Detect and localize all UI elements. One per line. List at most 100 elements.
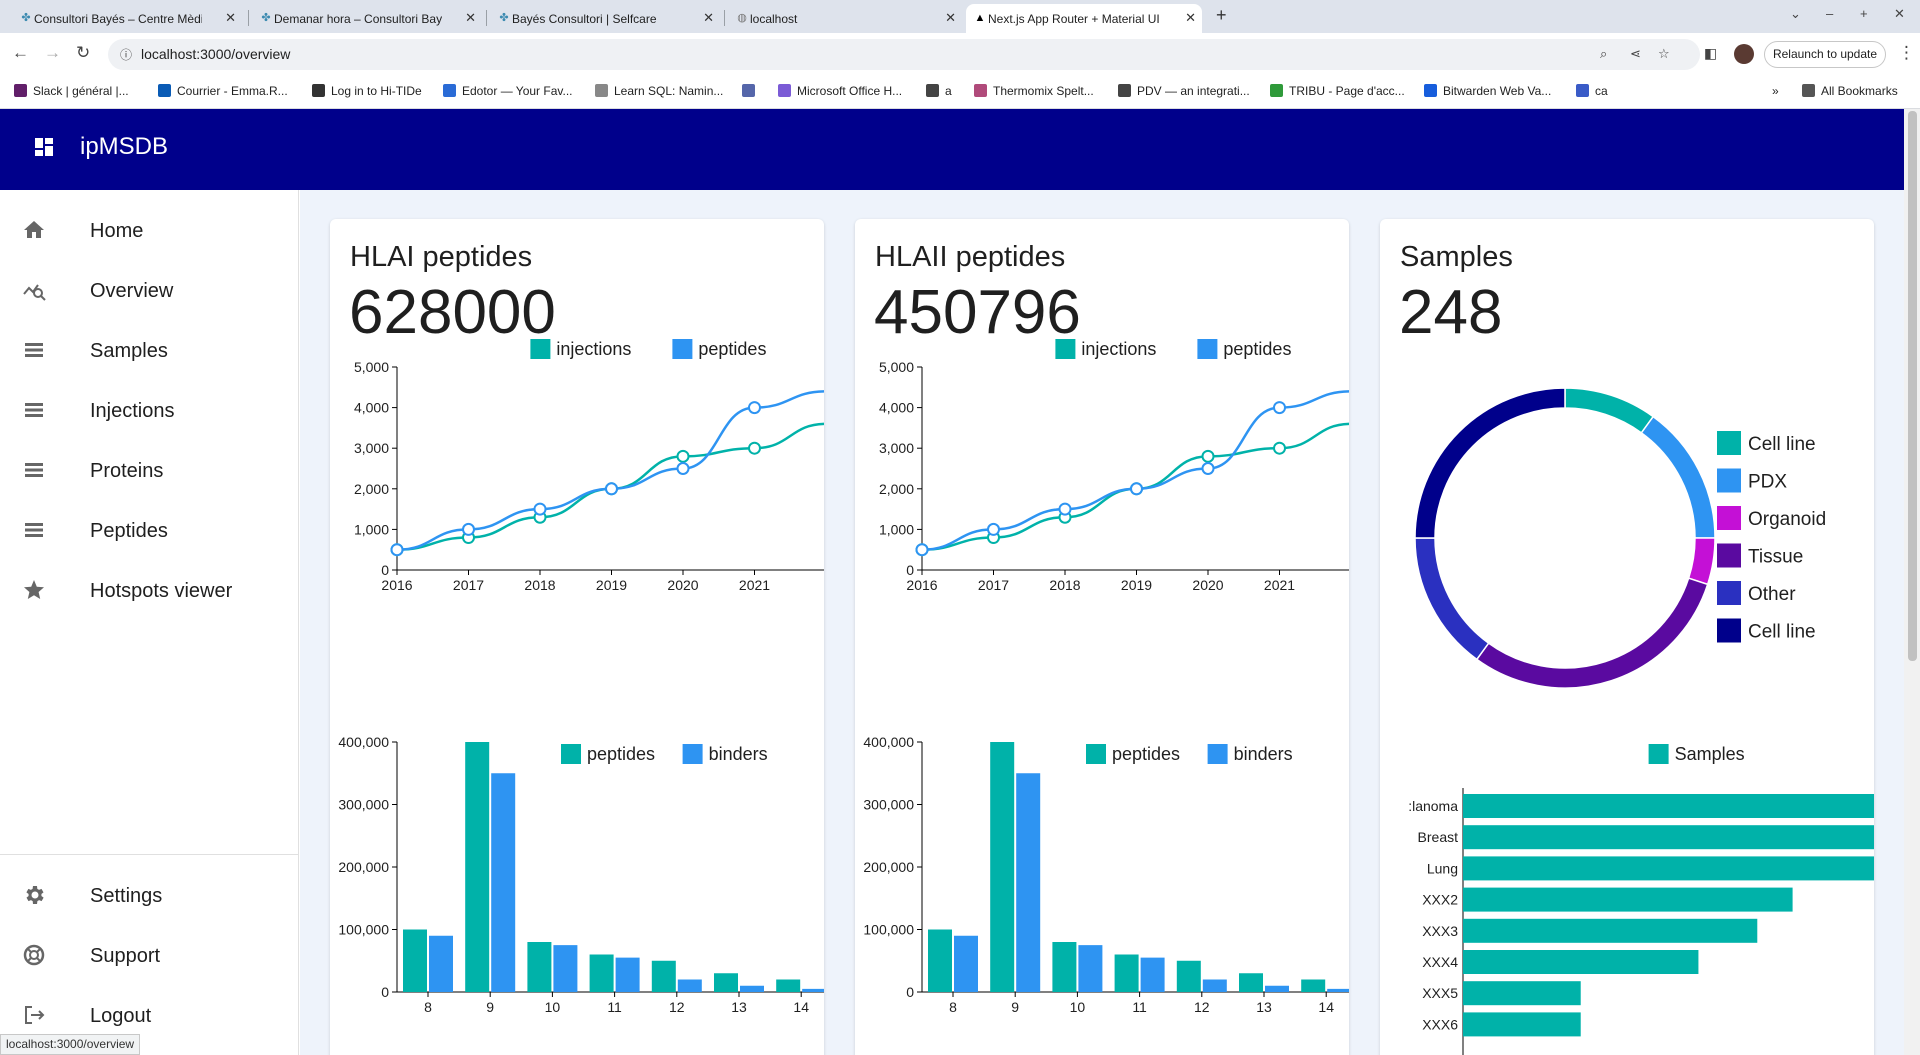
scrollbar-thumb[interactable] (1908, 111, 1917, 661)
y-tick-label: 1,000 (879, 521, 914, 537)
browser-tab-active[interactable]: ▲ Next.js App Router + Material UI ✕ (966, 4, 1202, 33)
legend-label: peptides (698, 339, 766, 359)
page-scrollbar[interactable] (1904, 109, 1920, 1055)
app-title[interactable]: ipMSDB (80, 133, 168, 161)
bookmark-star-icon[interactable]: ☆ (1658, 46, 1670, 62)
bookmark-item[interactable]: TRIBU - Page d'acc... (1270, 84, 1405, 98)
bar (429, 935, 453, 992)
hlai-line-chart: injections peptides 0 1,000 2,000 3,000 4,000 5… (354, 339, 824, 593)
sidebar-item-label: Peptides (90, 520, 168, 542)
browser-tab[interactable]: ✤ Bayés Consultori | Selfcare ✕ (490, 4, 720, 33)
more-bookmarks-icon[interactable]: » (1772, 84, 1779, 98)
browser-tab[interactable]: ✤ Consultori Bayés – Centre Mèdic ✕ (12, 4, 242, 33)
y-tick-label: 0 (381, 562, 389, 578)
forward-icon[interactable]: → (44, 43, 61, 63)
close-tab-icon[interactable]: ✕ (1185, 10, 1196, 26)
nextjs-favicon-icon: ▲ (974, 12, 986, 24)
bookmark-item[interactable]: Edotor — Your Fav... (443, 84, 573, 98)
support-icon (23, 944, 45, 966)
sidebar-item-label: Settings (90, 885, 163, 907)
x-tick-label: 2016 (906, 577, 937, 593)
bookmark-item[interactable]: Courrier - Emma.R... (158, 84, 288, 98)
sidebar-item-samples[interactable]: Samples (0, 326, 298, 374)
logout-icon (25, 1006, 45, 1024)
bookmark-item[interactable]: Learn SQL: Namin... (595, 84, 723, 98)
maximize-icon[interactable]: + (1860, 6, 1868, 21)
y-tick-label: XXX2 (1422, 892, 1458, 908)
bar (1016, 773, 1041, 992)
legend-label: Cell line (1748, 434, 1816, 455)
legend-label: Samples (1675, 744, 1745, 764)
share-icon[interactable]: ⋖ (1630, 46, 1641, 62)
new-tab-icon[interactable]: + (1216, 5, 1227, 26)
list-icon (25, 403, 43, 417)
list-icon (25, 343, 43, 357)
profile-avatar[interactable] (1734, 44, 1754, 64)
site-favicon-icon: ✤ (499, 12, 509, 24)
bar (1052, 942, 1077, 992)
hlai-charts: injections peptides 0 1,000 2,000 3,000 4,000 5… (338, 339, 824, 1015)
sidebar-item-injections[interactable]: Injections (0, 386, 298, 434)
sidebar-item-home[interactable]: Home (0, 206, 298, 254)
bookmark-item[interactable]: Bitwarden Web Va... (1424, 84, 1551, 98)
tab-search-icon[interactable]: ⌄ (1790, 6, 1801, 22)
sidebar-item-logout[interactable]: Logout (0, 991, 298, 1039)
address-bar[interactable]: ⓘ localhost:3000/overview ⌕ ⋖ ☆ (108, 39, 1700, 70)
relaunch-button[interactable]: Relaunch to update (1764, 41, 1886, 68)
sidebar-item-label: Overview (90, 280, 174, 302)
sidebar-nav: Home Overview Samples Injections Protein… (0, 190, 299, 1055)
bookmark-item[interactable]: Log in to Hi-TIDe (312, 84, 422, 98)
sidebar-item-support[interactable]: Support (0, 931, 298, 979)
site-info-icon[interactable]: ⓘ (120, 46, 132, 63)
dashboard-icon[interactable] (32, 135, 56, 159)
back-icon[interactable]: ← (12, 43, 29, 63)
bookmark-item[interactable]: Thermomix Spelt... (974, 84, 1094, 98)
side-panel-icon[interactable]: ◧ (1704, 45, 1717, 62)
legend-swatch (1717, 468, 1741, 493)
close-tab-icon[interactable]: ✕ (945, 10, 956, 26)
sidebar-item-hotspots-viewer[interactable]: Hotspots viewer (0, 566, 298, 614)
browser-tab[interactable]: ◍ localhost ✕ (728, 4, 962, 33)
bar (491, 773, 516, 992)
address-url[interactable]: localhost:3000/overview (141, 46, 290, 62)
bookmark-item[interactable]: PDV — an integrati... (1118, 84, 1250, 98)
close-tab-icon[interactable]: ✕ (703, 10, 714, 26)
close-window-icon[interactable]: ✕ (1894, 6, 1905, 22)
close-tab-icon[interactable]: ✕ (465, 10, 476, 26)
bar (1463, 825, 1874, 850)
legend-swatch (530, 339, 551, 359)
sidebar-item-proteins[interactable]: Proteins (0, 446, 298, 494)
sidebar-item-overview[interactable]: Overview (0, 266, 298, 314)
all-bookmarks[interactable]: All Bookmarks (1802, 84, 1898, 98)
y-tick-label: XXX4 (1422, 954, 1458, 970)
minimize-icon[interactable]: – (1826, 6, 1833, 21)
y-tick-label: XXX3 (1422, 923, 1458, 939)
sidebar-item-peptides[interactable]: Peptides (0, 506, 298, 554)
bookmark-icon (158, 84, 171, 97)
bookmark-item[interactable]: Slack | général |... (14, 84, 129, 98)
legend-swatch (1717, 543, 1741, 568)
home-icon (24, 221, 44, 238)
close-tab-icon[interactable]: ✕ (225, 10, 236, 26)
bookmark-icon (1270, 84, 1283, 97)
x-tick-label: 8 (949, 999, 957, 1015)
data-point (462, 522, 475, 536)
bookmark-item[interactable] (742, 84, 761, 98)
bookmark-item[interactable]: Microsoft Office H... (778, 84, 902, 98)
list-icon (25, 523, 43, 537)
sidebar-item-settings[interactable]: Settings (0, 871, 298, 919)
bookmark-icon (974, 84, 987, 97)
y-tick-label: 200,000 (338, 859, 389, 875)
data-point (748, 441, 761, 455)
x-tick-label: 12 (1194, 999, 1210, 1015)
menu-kebab-icon[interactable]: ⋮ (1898, 43, 1915, 63)
sidebar-item-label: Home (90, 220, 144, 242)
y-tick-label: 3,000 (879, 440, 914, 456)
legend-swatch (1055, 339, 1076, 359)
reload-icon[interactable]: ↻ (76, 43, 90, 63)
x-tick-label: 2021 (739, 577, 770, 593)
bookmark-item[interactable]: ca (1576, 84, 1608, 98)
browser-tab[interactable]: ✤ Demanar hora – Consultori Bayés ✕ (252, 4, 482, 33)
bookmark-item[interactable]: a (926, 84, 952, 98)
zoom-icon[interactable]: ⌕ (1600, 46, 1607, 62)
